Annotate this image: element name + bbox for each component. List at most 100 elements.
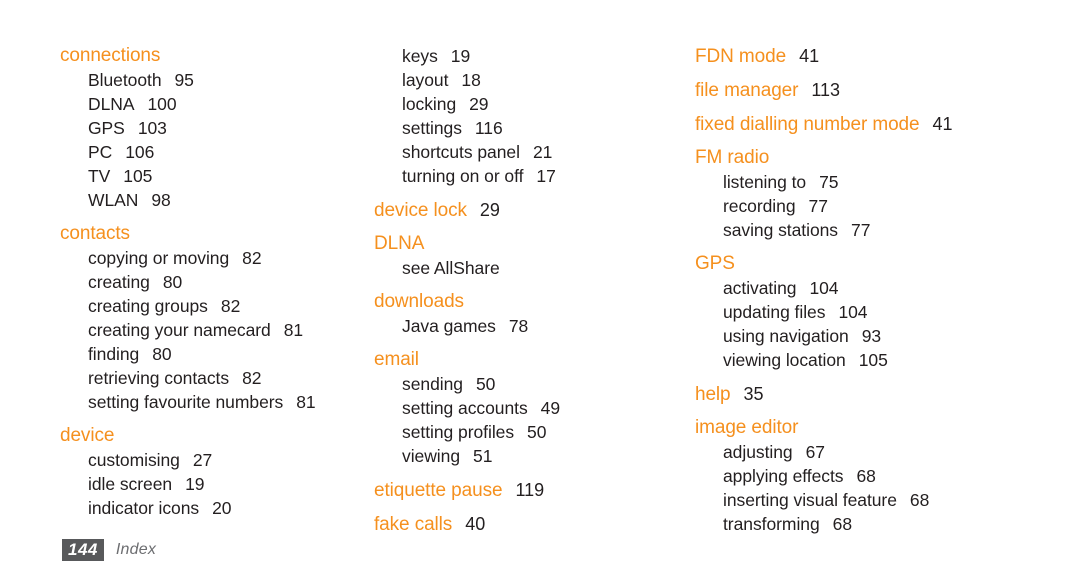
index-heading[interactable]: connections (60, 44, 342, 68)
index-entry-page-number: 21 (532, 142, 553, 162)
index-entry-label: sending (402, 374, 463, 394)
index-entry[interactable]: viewing location 105 (695, 348, 1080, 372)
index-heading-label: downloads (374, 291, 464, 312)
index-heading[interactable]: device (60, 424, 342, 448)
index-entry-label: indicator icons (88, 498, 200, 518)
index-entry[interactable]: transforming 68 (695, 512, 1080, 536)
index-entry-page-number: 77 (808, 196, 828, 216)
index-heading-label: etiquette pause (374, 480, 503, 501)
index-entry-page-number: 105 (123, 166, 153, 186)
index-entry[interactable]: adjusting 67 (695, 440, 1080, 464)
index-heading[interactable]: file manager 113 (695, 78, 1080, 102)
index-entry[interactable]: settings 116 (374, 116, 672, 140)
index-entry[interactable]: recording 77 (695, 194, 1080, 218)
index-entry[interactable]: DLNA 100 (60, 92, 342, 116)
index-entry[interactable]: activating 104 (695, 276, 1080, 300)
index-entry-label: activating (723, 278, 797, 298)
index-entry[interactable]: using navigation 93 (695, 324, 1080, 348)
index-entry[interactable]: locking 29 (374, 92, 672, 116)
index-heading[interactable]: FDN mode 41 (695, 44, 1080, 68)
index-heading-label: GPS (695, 253, 735, 274)
index-entry[interactable]: see AllShare (374, 256, 672, 280)
index-heading[interactable]: email (374, 348, 672, 372)
index-entry[interactable]: creating groups 82 (60, 294, 342, 318)
index-heading-page-number: 119 (515, 480, 545, 500)
index-heading[interactable]: contacts (60, 222, 342, 246)
index-entry[interactable]: idle screen 19 (60, 472, 342, 496)
index-heading-page-number: 35 (743, 384, 764, 404)
index-heading[interactable]: fixed dialling number mode 41 (695, 112, 1080, 136)
index-entry[interactable]: Bluetooth 95 (60, 68, 342, 92)
index-entry-label: applying effects (723, 466, 844, 486)
index-entry-label: setting favourite numbers (88, 392, 284, 412)
index-entry[interactable]: applying effects 68 (695, 464, 1080, 488)
index-entry-label: retrieving contacts (88, 368, 230, 388)
index-entry-label: creating (88, 272, 150, 292)
index-entry[interactable]: copying or moving 82 (60, 246, 342, 270)
index-entry[interactable]: GPS 103 (60, 116, 342, 140)
index-entry[interactable]: indicator icons 20 (60, 496, 342, 520)
index-entry[interactable]: saving stations 77 (695, 218, 1080, 242)
index-entry-label: using navigation (723, 326, 849, 346)
index-entry[interactable]: PC 106 (60, 140, 342, 164)
index-entry-page-number: 50 (475, 374, 496, 394)
index-entry[interactable]: sending 50 (374, 372, 672, 396)
index-entry-label: turning on or off (402, 166, 524, 186)
index-group: GPS activating 104 updating files 104 using n… (695, 252, 1080, 372)
index-entry[interactable]: creating 80 (60, 270, 342, 294)
index-entry-page-number: 17 (536, 166, 556, 186)
index-heading[interactable]: downloads (374, 290, 672, 314)
index-page: connections Bluetooth 95 DLNA 100 GPS 103 PC 106… (0, 0, 1080, 586)
index-entry[interactable]: listening to 75 (695, 170, 1080, 194)
index-group: FDN mode 41 (695, 44, 1080, 68)
index-entry-label: see AllShare (402, 258, 500, 278)
index-heading-page-number: 41 (799, 46, 820, 66)
index-entry[interactable]: WLAN 98 (60, 188, 342, 212)
index-entry[interactable]: layout 18 (374, 68, 672, 92)
index-entry[interactable]: TV 105 (60, 164, 342, 188)
index-entry[interactable]: keys 19 (374, 44, 672, 68)
index-entry[interactable]: inserting visual feature 68 (695, 488, 1080, 512)
index-heading[interactable]: device lock 29 (374, 198, 672, 222)
index-heading[interactable]: help 35 (695, 382, 1080, 406)
index-heading-label: DLNA (374, 233, 425, 254)
index-heading[interactable]: FM radio (695, 146, 1080, 170)
index-entry-page-number: 78 (508, 316, 529, 336)
index-entry-label: layout (402, 70, 449, 90)
index-entry[interactable]: turning on or off 17 (374, 164, 672, 188)
index-heading-label: FDN mode (695, 46, 787, 67)
index-entry[interactable]: setting accounts 49 (374, 396, 672, 420)
index-entry-label: keys (402, 46, 438, 66)
index-entry-page-number: 93 (861, 326, 882, 346)
index-columns: connections Bluetooth 95 DLNA 100 GPS 103 PC 106… (0, 44, 1080, 536)
index-heading[interactable]: etiquette pause 119 (374, 478, 672, 502)
index-heading-label: help (695, 384, 731, 405)
index-entry-page-number: 81 (283, 320, 304, 340)
index-entry-page-number: 116 (474, 118, 503, 138)
index-group: image editor adjusting 67 applying effects 6… (695, 416, 1080, 536)
index-entry-label: PC (88, 142, 113, 162)
index-entry[interactable]: setting profiles 50 (374, 420, 672, 444)
index-heading[interactable]: fake calls 40 (374, 512, 672, 536)
index-entry[interactable]: retrieving contacts 82 (60, 366, 342, 390)
index-entry-page-number: 49 (540, 398, 561, 418)
index-entry[interactable]: updating files 104 (695, 300, 1080, 324)
index-entry[interactable]: viewing 51 (374, 444, 672, 468)
index-entry-label: transforming (723, 514, 820, 534)
index-heading-label: device (60, 425, 115, 446)
index-heading-page-number: 41 (932, 114, 953, 134)
index-heading[interactable]: DLNA (374, 232, 672, 256)
index-group: contacts copying or moving 82 creating 80 cre… (60, 222, 342, 414)
index-heading[interactable]: image editor (695, 416, 1080, 440)
index-entry[interactable]: creating your namecard 81 (60, 318, 342, 342)
index-group: email sending 50 setting accounts 49 setting … (374, 348, 672, 468)
index-entry[interactable]: setting favourite numbers 81 (60, 390, 342, 414)
index-entry[interactable]: Java games 78 (374, 314, 672, 338)
index-entry-page-number: 75 (819, 172, 839, 192)
index-entry[interactable]: finding 80 (60, 342, 342, 366)
index-entry[interactable]: customising 27 (60, 448, 342, 472)
index-entry[interactable]: shortcuts panel 21 (374, 140, 672, 164)
index-heading-label: fixed dialling number mode (695, 114, 920, 135)
index-heading[interactable]: GPS (695, 252, 1080, 276)
index-entry-label: saving stations (723, 220, 839, 240)
